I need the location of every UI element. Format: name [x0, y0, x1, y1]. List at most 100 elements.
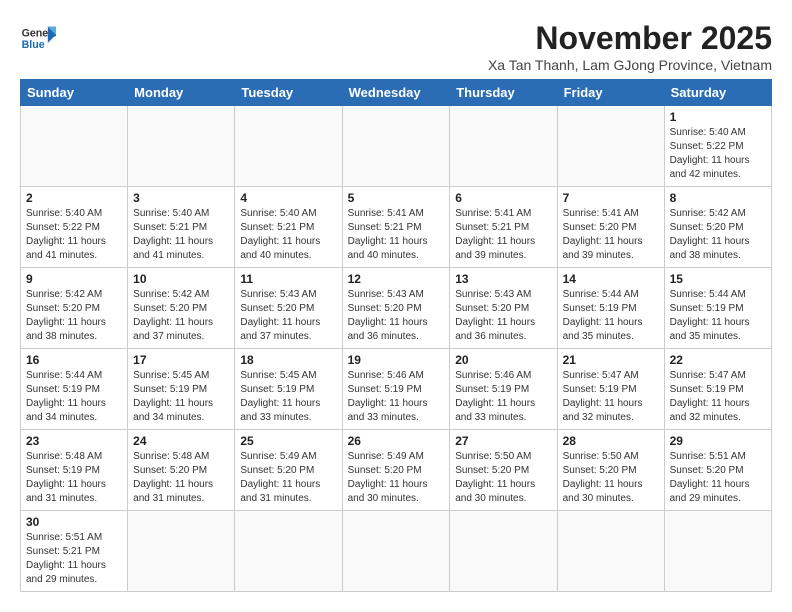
calendar-cell [557, 511, 664, 592]
day-info: Sunrise: 5:42 AM Sunset: 5:20 PM Dayligh… [670, 207, 766, 263]
calendar-cell: 8Sunrise: 5:42 AM Sunset: 5:20 PM Daylig… [664, 187, 771, 268]
calendar-table: SundayMondayTuesdayWednesdayThursdayFrid… [20, 79, 772, 592]
calendar-cell: 4Sunrise: 5:40 AM Sunset: 5:21 PM Daylig… [235, 187, 342, 268]
day-info: Sunrise: 5:40 AM Sunset: 5:21 PM Dayligh… [133, 207, 229, 263]
calendar-cell: 3 Sunrise: 5:40 AM Sunset: 5:21 PM Daylig… [128, 187, 235, 268]
day-info: Sunrise: 5:48 AM Sunset: 5:19 PM Dayligh… [26, 450, 122, 506]
weekday-header-tuesday: Tuesday [235, 80, 342, 106]
calendar-cell: 25 Sunrise: 5:49 AM Sunset: 5:20 PM Dayli… [235, 430, 342, 511]
week-row-5: 23 Sunrise: 5:48 AM Sunset: 5:19 PM Dayli… [21, 430, 772, 511]
week-row-6: 30 Sunrise: 5:51 AM Sunset: 5:21 PM Dayli… [21, 511, 772, 592]
calendar-cell: 20Sunrise: 5:46 AM Sunset: 5:19 PM Dayli… [450, 349, 557, 430]
calendar-cell: 2Sunrise: 5:40 AM Sunset: 5:22 PM Daylig… [21, 187, 128, 268]
day-info: Sunrise: 5:43 AM Sunset: 5:20 PM Dayligh… [240, 288, 336, 344]
day-number: 18 [240, 353, 336, 367]
calendar-cell: 17 Sunrise: 5:45 AM Sunset: 5:19 PM Dayli… [128, 349, 235, 430]
day-info: Sunrise: 5:49 AM Sunset: 5:20 PM Dayligh… [348, 450, 445, 506]
calendar-cell: 19 Sunrise: 5:46 AM Sunset: 5:19 PM Dayli… [342, 349, 450, 430]
day-number: 17 [133, 353, 229, 367]
calendar-cell: 9 Sunrise: 5:42 AM Sunset: 5:20 PM Daylig… [21, 268, 128, 349]
calendar-cell: 16 Sunrise: 5:44 AM Sunset: 5:19 PM Dayli… [21, 349, 128, 430]
day-number: 12 [348, 272, 445, 286]
day-number: 3 [133, 191, 229, 205]
day-info: Sunrise: 5:49 AM Sunset: 5:20 PM Dayligh… [240, 450, 336, 506]
day-info: Sunrise: 5:50 AM Sunset: 5:20 PM Dayligh… [563, 450, 659, 506]
calendar-cell [450, 511, 557, 592]
day-number: 14 [563, 272, 659, 286]
day-info: Sunrise: 5:40 AM Sunset: 5:22 PM Dayligh… [26, 207, 122, 263]
calendar-cell: 22 Sunrise: 5:47 AM Sunset: 5:19 PM Dayli… [664, 349, 771, 430]
weekday-header-thursday: Thursday [450, 80, 557, 106]
calendar-cell: 30 Sunrise: 5:51 AM Sunset: 5:21 PM Dayli… [21, 511, 128, 592]
location: Xa Tan Thanh, Lam GJong Province, Vietna… [488, 57, 772, 73]
day-info: Sunrise: 5:40 AM Sunset: 5:22 PM Dayligh… [670, 126, 766, 182]
day-info: Sunrise: 5:47 AM Sunset: 5:19 PM Dayligh… [670, 369, 766, 425]
calendar-cell: 18Sunrise: 5:45 AM Sunset: 5:19 PM Dayli… [235, 349, 342, 430]
day-info: Sunrise: 5:40 AM Sunset: 5:21 PM Dayligh… [240, 207, 336, 263]
calendar-cell [235, 106, 342, 187]
week-row-2: 2Sunrise: 5:40 AM Sunset: 5:22 PM Daylig… [21, 187, 772, 268]
day-info: Sunrise: 5:46 AM Sunset: 5:19 PM Dayligh… [348, 369, 445, 425]
day-number: 24 [133, 434, 229, 448]
calendar-cell [128, 511, 235, 592]
day-number: 20 [455, 353, 551, 367]
day-info: Sunrise: 5:45 AM Sunset: 5:19 PM Dayligh… [133, 369, 229, 425]
day-number: 22 [670, 353, 766, 367]
day-number: 9 [26, 272, 122, 286]
calendar-cell [557, 106, 664, 187]
week-row-4: 16 Sunrise: 5:44 AM Sunset: 5:19 PM Dayli… [21, 349, 772, 430]
calendar-cell: 15Sunrise: 5:44 AM Sunset: 5:19 PM Dayli… [664, 268, 771, 349]
day-info: Sunrise: 5:44 AM Sunset: 5:19 PM Dayligh… [26, 369, 122, 425]
calendar-cell [664, 511, 771, 592]
day-number: 5 [348, 191, 445, 205]
calendar-cell: 14 Sunrise: 5:44 AM Sunset: 5:19 PM Dayli… [557, 268, 664, 349]
day-info: Sunrise: 5:51 AM Sunset: 5:21 PM Dayligh… [26, 531, 122, 587]
day-number: 1 [670, 110, 766, 124]
day-info: Sunrise: 5:51 AM Sunset: 5:20 PM Dayligh… [670, 450, 766, 506]
weekday-header-friday: Friday [557, 80, 664, 106]
day-number: 13 [455, 272, 551, 286]
day-info: Sunrise: 5:44 AM Sunset: 5:19 PM Dayligh… [670, 288, 766, 344]
day-info: Sunrise: 5:43 AM Sunset: 5:20 PM Dayligh… [455, 288, 551, 344]
week-row-3: 9 Sunrise: 5:42 AM Sunset: 5:20 PM Daylig… [21, 268, 772, 349]
day-info: Sunrise: 5:41 AM Sunset: 5:21 PM Dayligh… [348, 207, 445, 263]
weekday-header-wednesday: Wednesday [342, 80, 450, 106]
day-number: 23 [26, 434, 122, 448]
weekday-header-saturday: Saturday [664, 80, 771, 106]
title-section: November 2025 Xa Tan Thanh, Lam GJong Pr… [488, 20, 772, 73]
calendar-cell [128, 106, 235, 187]
weekday-header-row: SundayMondayTuesdayWednesdayThursdayFrid… [21, 80, 772, 106]
day-number: 21 [563, 353, 659, 367]
calendar-cell: 27Sunrise: 5:50 AM Sunset: 5:20 PM Dayli… [450, 430, 557, 511]
calendar-cell [450, 106, 557, 187]
calendar-cell: 21 Sunrise: 5:47 AM Sunset: 5:19 PM Dayli… [557, 349, 664, 430]
calendar-cell: 1 Sunrise: 5:40 AM Sunset: 5:22 PM Daylig… [664, 106, 771, 187]
day-info: Sunrise: 5:41 AM Sunset: 5:20 PM Dayligh… [563, 207, 659, 263]
day-info: Sunrise: 5:44 AM Sunset: 5:19 PM Dayligh… [563, 288, 659, 344]
logo: General Blue [20, 20, 56, 56]
day-info: Sunrise: 5:47 AM Sunset: 5:19 PM Dayligh… [563, 369, 659, 425]
day-number: 28 [563, 434, 659, 448]
logo-icon: General Blue [20, 20, 56, 56]
calendar-cell: 7Sunrise: 5:41 AM Sunset: 5:20 PM Daylig… [557, 187, 664, 268]
day-info: Sunrise: 5:41 AM Sunset: 5:21 PM Dayligh… [455, 207, 551, 263]
calendar-cell: 23 Sunrise: 5:48 AM Sunset: 5:19 PM Dayli… [21, 430, 128, 511]
svg-text:Blue: Blue [22, 39, 45, 51]
day-number: 11 [240, 272, 336, 286]
day-number: 6 [455, 191, 551, 205]
week-row-1: 1 Sunrise: 5:40 AM Sunset: 5:22 PM Daylig… [21, 106, 772, 187]
calendar-cell [342, 106, 450, 187]
day-number: 16 [26, 353, 122, 367]
calendar-cell: 28 Sunrise: 5:50 AM Sunset: 5:20 PM Dayli… [557, 430, 664, 511]
calendar-cell: 5 Sunrise: 5:41 AM Sunset: 5:21 PM Daylig… [342, 187, 450, 268]
day-number: 29 [670, 434, 766, 448]
day-number: 19 [348, 353, 445, 367]
calendar-cell [21, 106, 128, 187]
calendar-cell: 26 Sunrise: 5:49 AM Sunset: 5:20 PM Dayli… [342, 430, 450, 511]
month-title: November 2025 [488, 20, 772, 57]
calendar-cell [235, 511, 342, 592]
day-number: 30 [26, 515, 122, 529]
day-info: Sunrise: 5:42 AM Sunset: 5:20 PM Dayligh… [26, 288, 122, 344]
day-number: 26 [348, 434, 445, 448]
day-number: 25 [240, 434, 336, 448]
